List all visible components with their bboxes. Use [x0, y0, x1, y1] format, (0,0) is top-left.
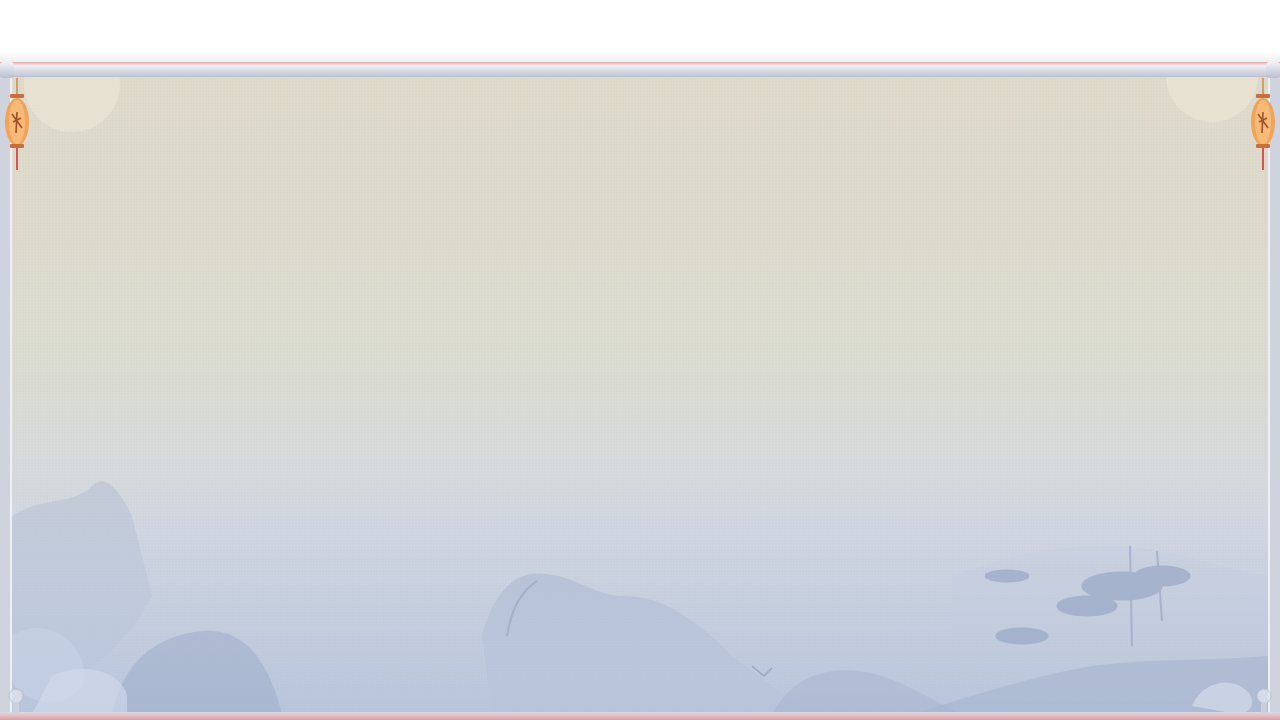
bottom-rail: [0, 712, 1280, 720]
top-rail: [0, 62, 1280, 77]
right-rail-cap: [1266, 62, 1280, 78]
lantern-icon: [1251, 78, 1275, 170]
scroll-paper: [12, 76, 1268, 714]
moon-wash-right: [1166, 76, 1258, 122]
right-post-knob: [1256, 688, 1272, 714]
ink-landscape-illustration: [12, 76, 1268, 714]
top-blank-area: [0, 0, 1280, 60]
left-post-knob: [8, 688, 24, 714]
left-rail-cap: [0, 62, 14, 78]
lantern-icon: [5, 78, 29, 170]
moon-wash: [24, 76, 120, 132]
game-screen: [0, 0, 1280, 720]
